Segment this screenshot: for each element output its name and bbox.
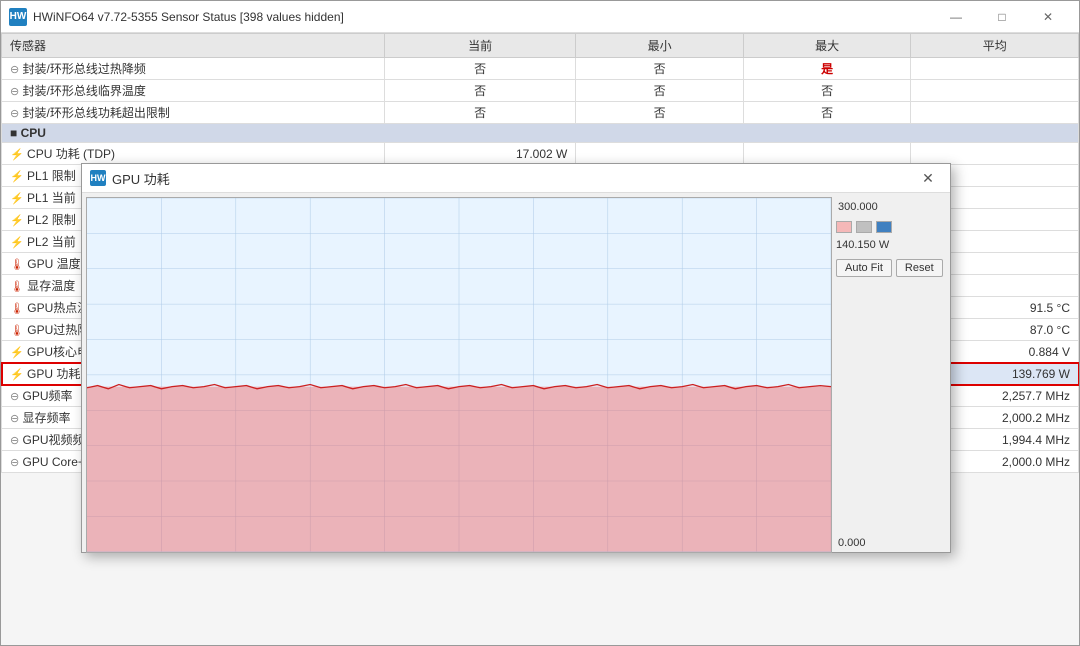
- min-val: 否: [576, 80, 744, 102]
- lightning-icon: [10, 147, 24, 161]
- lightning-icon: [10, 235, 24, 249]
- sensor-label: 封装/环形总线功耗超出限制: [2, 102, 385, 124]
- max-val: 是: [743, 58, 911, 80]
- thermo-icon: 🌡: [10, 281, 24, 293]
- max-val: 否: [743, 80, 911, 102]
- popup-body: 300.000 140.150 W Auto Fit Reset: [82, 193, 950, 557]
- chart-bottom-label: 0.000: [836, 537, 946, 549]
- chart-top-label: 300.000: [836, 201, 946, 213]
- popup-title-text: GPU 功耗: [112, 169, 170, 188]
- chart-mid-label: 140.150 W: [836, 239, 946, 251]
- chart-legend: [836, 221, 946, 233]
- window-title: HWiNFO64 v7.72-5355 Sensor Status [398 v…: [33, 10, 344, 24]
- minimize-button[interactable]: —: [933, 1, 979, 33]
- minus-icon: [10, 389, 19, 403]
- minus-icon: [10, 433, 19, 447]
- gpu-power-popup: HW GPU 功耗 ✕: [81, 163, 951, 553]
- lightning-icon: [10, 169, 24, 183]
- auto-fit-button[interactable]: Auto Fit: [836, 259, 892, 277]
- sensor-label: 封装/环形总线临界温度: [2, 80, 385, 102]
- legend-box-gray: [856, 221, 872, 233]
- current-val: 否: [384, 58, 575, 80]
- gpu-power-chart: [87, 198, 831, 552]
- thermo-icon: 🌡: [10, 259, 24, 271]
- sensor-label: CPU 功耗 (TDP): [2, 143, 385, 165]
- col-header-sensor: 传感器: [2, 34, 385, 58]
- lightning-icon: [10, 345, 24, 359]
- min-val: 否: [576, 58, 744, 80]
- min-val: [576, 143, 744, 165]
- minus-icon: [10, 84, 19, 98]
- lightning-icon: [10, 191, 24, 205]
- minus-icon: [10, 411, 19, 425]
- popup-app-icon: HW: [90, 170, 106, 186]
- avg-val: [911, 143, 1079, 165]
- title-bar-left: HW HWiNFO64 v7.72-5355 Sensor Status [39…: [9, 8, 344, 26]
- sensor-label: 封装/环形总线过热降频: [2, 58, 385, 80]
- reset-button[interactable]: Reset: [896, 259, 943, 277]
- section-header-cpu: ■ CPU: [2, 124, 1079, 143]
- thermo-icon: 🌡: [10, 325, 24, 337]
- chart-area: [86, 197, 832, 553]
- current-val: 17.002 W: [384, 143, 575, 165]
- popup-title-left: HW GPU 功耗: [90, 169, 170, 188]
- table-row: 封装/环形总线临界温度 否 否 否: [2, 80, 1079, 102]
- table-row: 封装/环形总线功耗超出限制 否 否 否: [2, 102, 1079, 124]
- chart-button-row: Auto Fit Reset: [836, 259, 946, 277]
- avg-val: [911, 58, 1079, 80]
- close-button[interactable]: ✕: [1025, 1, 1071, 33]
- table-row: 封装/环形总线过热降频 否 否 是: [2, 58, 1079, 80]
- section-header-row: ■ CPU: [2, 124, 1079, 143]
- minus-icon: [10, 106, 19, 120]
- main-window: HW HWiNFO64 v7.72-5355 Sensor Status [39…: [0, 0, 1080, 646]
- app-icon: HW: [9, 8, 27, 26]
- chart-controls: 300.000 140.150 W Auto Fit Reset: [836, 197, 946, 553]
- table-row: CPU 功耗 (TDP) 17.002 W: [2, 143, 1079, 165]
- max-val: 否: [743, 102, 911, 124]
- thermo-icon: 🌡: [10, 303, 24, 315]
- content-area: 传感器 当前 最小 最大 平均 封装/环形总线过热降频 否 否 是: [1, 33, 1079, 645]
- avg-val: [911, 80, 1079, 102]
- legend-box-pink: [836, 221, 852, 233]
- title-bar: HW HWiNFO64 v7.72-5355 Sensor Status [39…: [1, 1, 1079, 33]
- legend-box-blue: [876, 221, 892, 233]
- popup-close-button[interactable]: ✕: [914, 164, 942, 192]
- minus-icon: [10, 62, 19, 76]
- popup-title-bar: HW GPU 功耗 ✕: [82, 164, 950, 193]
- col-header-min: 最小: [576, 34, 744, 58]
- lightning-icon: [10, 367, 24, 381]
- col-header-max: 最大: [743, 34, 911, 58]
- col-header-current: 当前: [384, 34, 575, 58]
- col-header-avg: 平均: [911, 34, 1079, 58]
- current-val: 否: [384, 80, 575, 102]
- minus-icon: [10, 455, 19, 469]
- avg-val: [911, 102, 1079, 124]
- restore-button[interactable]: □: [979, 1, 1025, 33]
- max-val: [743, 143, 911, 165]
- min-val: 否: [576, 102, 744, 124]
- lightning-icon: [10, 213, 24, 227]
- current-val: 否: [384, 102, 575, 124]
- title-bar-controls: — □ ✕: [933, 1, 1071, 33]
